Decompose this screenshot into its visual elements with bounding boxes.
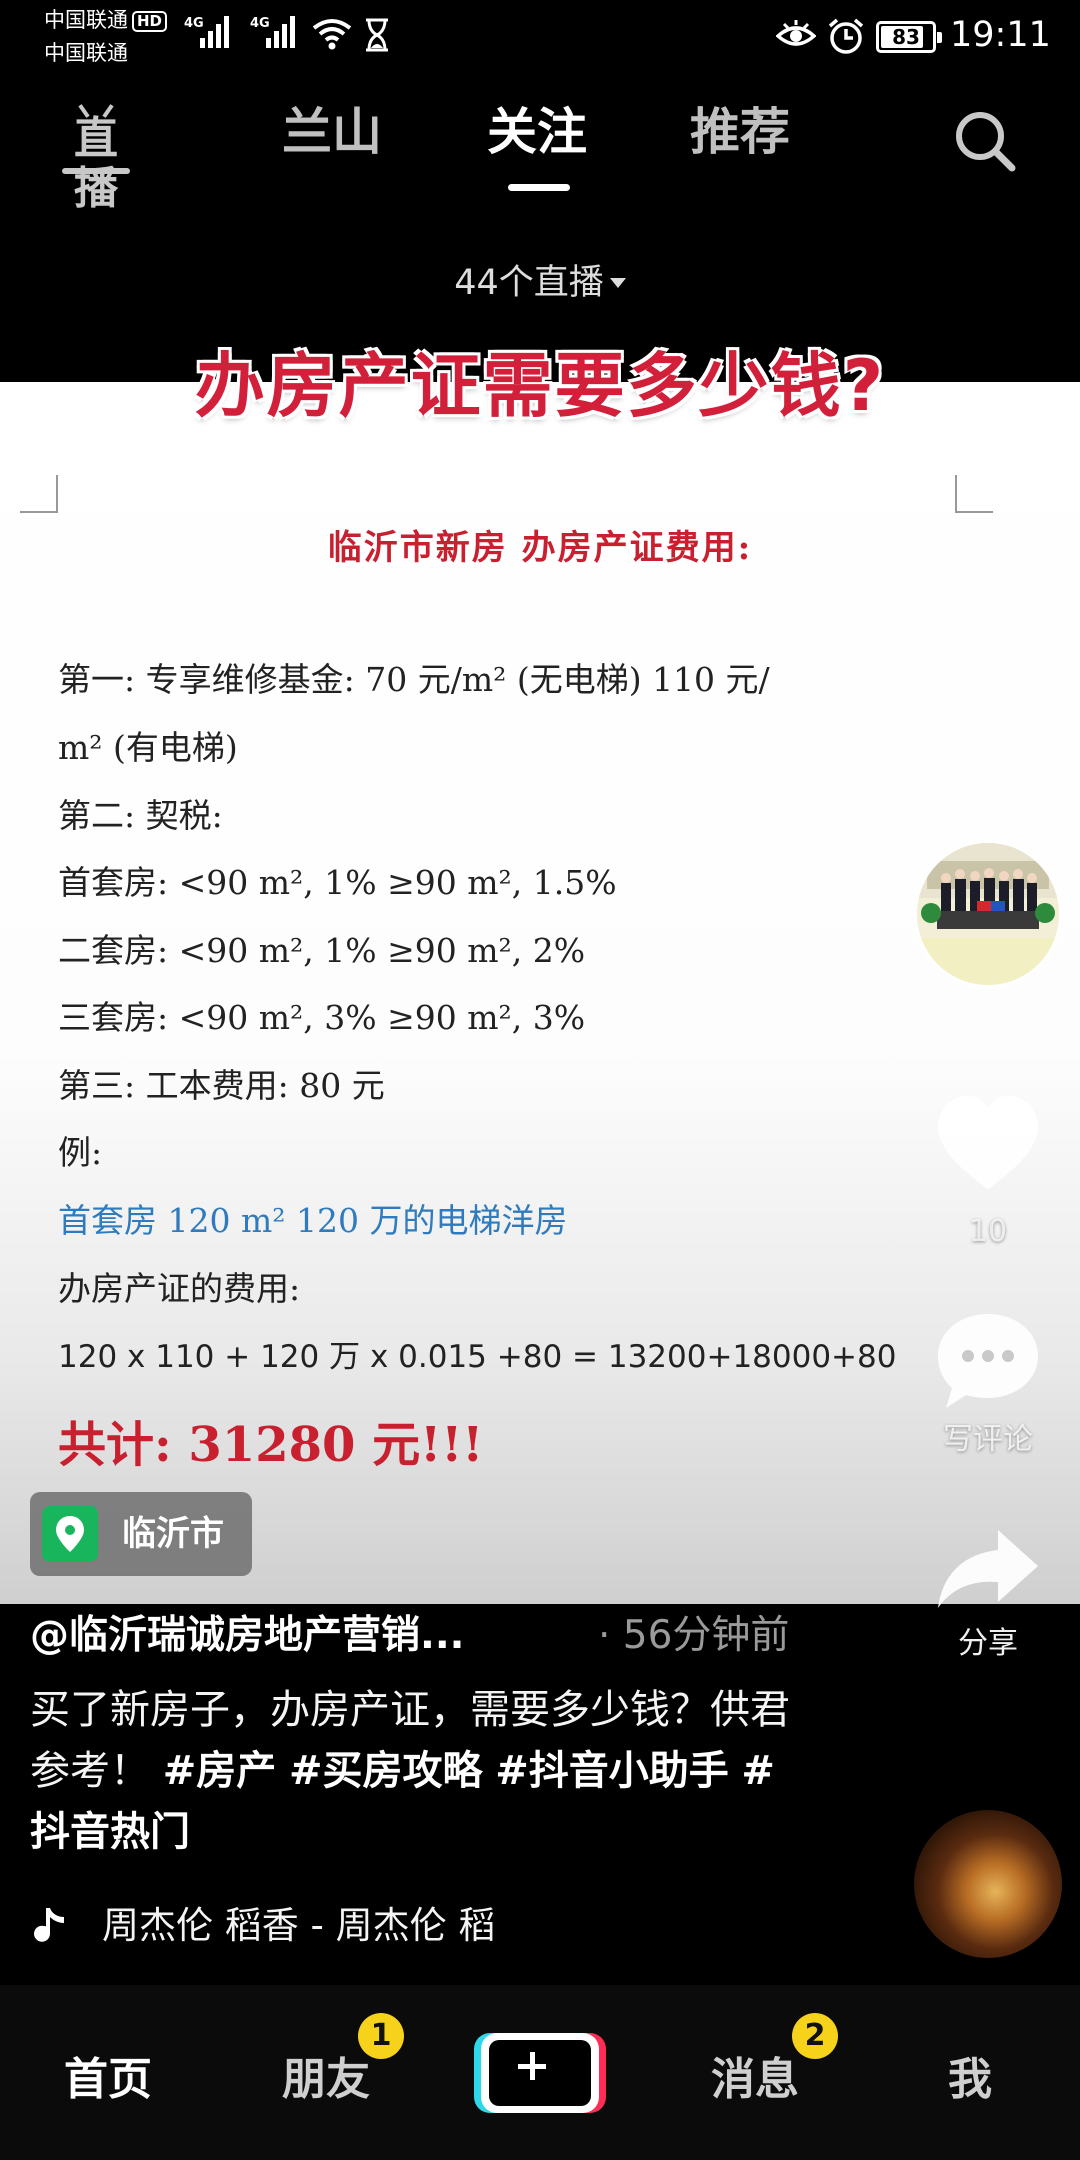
status-bar: 中国联通 HD 中国联通 4G 4G 83 19:11 <box>0 0 1080 70</box>
top-nav: 直播 兰山 关注 推荐 <box>0 90 1080 214</box>
doc-line-6: 三套房: <90 m², 3% ≥90 m², 3% <box>58 998 586 1037</box>
crop-mark-right <box>955 475 993 513</box>
like-count: 10 <box>968 1214 1008 1249</box>
doc-line-5: 二套房: <90 m², 1% ≥90 m², 2% <box>58 931 586 970</box>
doc-line-2: m² (有电梯) <box>58 728 238 767</box>
wifi-icon <box>312 19 352 50</box>
doc-title: 临沂市新房 办房产证费用: <box>327 528 753 568</box>
like-heart-icon[interactable] <box>932 1092 1044 1194</box>
hashtag[interactable]: #抖音小助手 <box>495 1748 729 1794</box>
nav-me[interactable]: 我 <box>880 2050 1060 2110</box>
doc-line-3: 第二: 契税: <box>58 796 223 835</box>
tab-lanshan[interactable]: 兰山 <box>282 102 382 162</box>
nav-messages[interactable]: 消息 <box>665 2050 845 2110</box>
location-pin-icon <box>42 1506 98 1562</box>
live-tv-icon[interactable]: 直播 <box>60 104 132 214</box>
hd-badge: HD <box>132 11 168 32</box>
carrier-2: 中国联通 <box>44 41 128 65</box>
search-icon[interactable] <box>950 106 1020 176</box>
music-disc-icon[interactable] <box>914 1810 1062 1958</box>
crop-mark-left <box>20 475 58 513</box>
eye-comfort-icon <box>776 20 816 46</box>
tab-recommend[interactable]: 推荐 <box>690 102 790 162</box>
nav-friends[interactable]: 朋友 <box>236 2050 416 2110</box>
author-name[interactable]: @临沂瑞诚房地产营销... <box>30 1610 464 1662</box>
doc-line-4: 首套房: <90 m², 1% ≥90 m², 1.5% <box>58 863 617 902</box>
messages-badge: 2 <box>792 2013 838 2059</box>
comment-bubble-icon[interactable] <box>934 1308 1042 1412</box>
doc-line-7: 第三: 工本费用: 80 元 <box>58 1066 385 1105</box>
doc-line-10: 办房产证的费用: <box>58 1269 301 1308</box>
share-arrow-icon[interactable] <box>934 1526 1042 1612</box>
hourglass-icon <box>366 18 388 52</box>
live-label: 直播 <box>74 113 118 214</box>
live-count-label: 44个直播 <box>454 263 604 303</box>
share-label[interactable]: 分享 <box>888 1624 1080 1664</box>
hashtag[interactable]: #买房攻略 <box>289 1748 483 1794</box>
doc-line-8: 例: <box>58 1133 103 1172</box>
doc-line-9: 首套房 120 m² 120 万的电梯洋房 <box>58 1201 568 1240</box>
live-count-dropdown[interactable]: 44个直播 <box>0 258 1080 308</box>
carrier-1: 中国联通 HD <box>44 8 168 32</box>
active-tab-indicator <box>508 184 570 191</box>
doc-line-1: 第一: 专享维修基金: 70 元/m² (无电梯) 110 元/ <box>58 660 770 699</box>
music-note-icon <box>34 1908 64 1942</box>
create-post-button[interactable] <box>474 2033 606 2113</box>
battery-icon: 83 <box>876 21 942 53</box>
location-label: 临沂市 <box>122 1514 224 1554</box>
doc-total: 共计: 31280 元!!! <box>58 1417 484 1473</box>
comment-label[interactable]: 写评论 <box>888 1420 1080 1460</box>
author-avatar[interactable] <box>914 840 1062 988</box>
music-title: 周杰伦 稻香 - 周杰伦 稻 <box>102 1904 496 1947</box>
post-time: · 56分钟前 <box>598 1613 790 1658</box>
clock: 19:11 <box>950 15 1051 55</box>
doc-line-11: 120 x 110 + 120 万 x 0.015 +80 = 13200+18… <box>58 1339 897 1375</box>
video-headline: 办房产证需要多少钱? <box>194 345 886 427</box>
friends-badge: 1 <box>358 2013 404 2059</box>
carrier-1-label: 中国联通 <box>44 8 128 32</box>
caret-down-icon <box>609 278 626 288</box>
battery-percent: 83 <box>892 25 920 49</box>
tab-following[interactable]: 关注 <box>487 102 587 162</box>
video-caption[interactable]: 买了新房子，办房产证，需要多少钱？供君参考！ #房产 #买房攻略 #抖音小助手 … <box>30 1680 790 1863</box>
bottom-nav: 首页 朋友 1 消息 2 我 <box>0 1985 1080 2160</box>
location-chip[interactable]: 临沂市 <box>30 1492 252 1576</box>
nav-home[interactable]: 首页 <box>18 2050 198 2110</box>
music-ticker[interactable]: 周杰伦 稻香 - 周杰伦 稻 <box>30 1896 590 1956</box>
alarm-icon <box>828 18 864 54</box>
hashtag[interactable]: #房产 <box>163 1748 277 1794</box>
